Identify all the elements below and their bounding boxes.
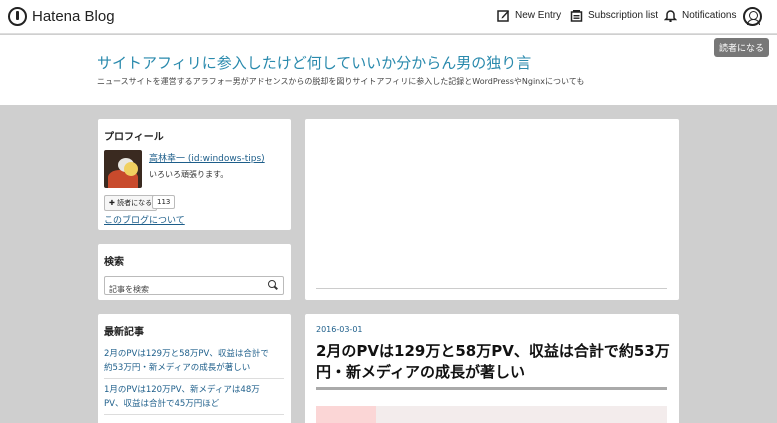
profile-heading: プロフィール xyxy=(104,132,164,143)
hatena-blog-logo[interactable]: Hatena Blog xyxy=(8,7,115,26)
divider xyxy=(104,378,284,379)
profile-bio: いろいろ頑張ります。 xyxy=(149,170,229,179)
logo-text: Hatena Blog xyxy=(32,8,115,25)
article-image xyxy=(316,406,667,423)
subscribe-button[interactable]: 読者になる xyxy=(713,38,769,57)
subscription-list-button[interactable]: Subscription list xyxy=(570,9,658,22)
article-entry: 2016-03-01 2月のPVは129万と58万PV、収益は合計で約53万円・… xyxy=(305,314,679,423)
divider xyxy=(316,387,667,390)
article-title[interactable]: 2月のPVは129万と58万PV、収益は合計で約53万円・新メディアの成長が著し… xyxy=(316,341,671,383)
hatena-logo-icon xyxy=(8,7,27,26)
recent-entry-link[interactable]: 1月のPVは120万PV、新メディアは48万 PV、収益は合計で45万円ほど xyxy=(104,383,284,411)
search-icon[interactable] xyxy=(268,280,278,290)
about-blog-link[interactable]: このブログについて xyxy=(104,213,185,226)
recent-entry-link[interactable]: 2月のPVは129万と58万PV、収益は合計で 約53万円・新メディアの成長が著… xyxy=(104,347,284,375)
ad-slot xyxy=(305,119,679,300)
user-account-icon[interactable] xyxy=(743,7,762,26)
subscription-icon xyxy=(570,10,583,22)
profile-module: プロフィール 高林幸一 (id:windows-tips) いろいろ頑張ります。… xyxy=(98,119,291,230)
recent-entry-line: 1月のPVは120万PV、新メディアは48万 xyxy=(104,385,260,395)
divider xyxy=(104,414,284,415)
blog-description: ニュースサイトを運営するアラフォー男がアドセンスからの脱却を図りサイトアフィリに… xyxy=(97,77,585,86)
recent-entry-line: 約53万円・新メディアの成長が著しい xyxy=(104,363,251,373)
recent-entry-line: 2月のPVは129万と58万PV、収益は合計で xyxy=(104,349,269,359)
profile-name-link[interactable]: 高林幸一 (id:windows-tips) xyxy=(149,151,265,164)
search-module: 検索 xyxy=(98,244,291,300)
subscription-list-label: Subscription list xyxy=(588,10,659,21)
global-header: Hatena Blog New Entry Subscription list … xyxy=(0,0,777,34)
recent-entries-module: 最新記事 2月のPVは129万と58万PV、収益は合計で 約53万円・新メディア… xyxy=(98,314,291,423)
recent-entry-line: PV、収益は合計で45万円ほど xyxy=(104,399,220,409)
new-entry-label: New Entry xyxy=(515,10,562,21)
article-date[interactable]: 2016-03-01 xyxy=(316,325,363,334)
readers-button[interactable]: ✚ 読者になる xyxy=(104,195,158,211)
divider xyxy=(316,288,667,289)
notifications-button[interactable]: Notifications xyxy=(664,9,736,22)
new-entry-button[interactable]: New Entry xyxy=(497,9,561,22)
recent-heading: 最新記事 xyxy=(104,327,144,338)
search-input[interactable] xyxy=(105,281,265,298)
blog-header: 読者になる サイトアフィリに参入したけど何していいか分からん男の独り言 ニュース… xyxy=(0,35,777,105)
edit-icon xyxy=(497,10,509,22)
search-field xyxy=(104,276,284,298)
blog-title[interactable]: サイトアフィリに参入したけど何していいか分からん男の独り言 xyxy=(97,52,531,73)
notifications-label: Notifications xyxy=(682,10,737,21)
search-heading: 検索 xyxy=(104,257,124,268)
profile-avatar[interactable] xyxy=(104,150,142,188)
readers-count-badge[interactable]: 113 xyxy=(152,195,176,209)
bell-icon xyxy=(664,10,677,22)
